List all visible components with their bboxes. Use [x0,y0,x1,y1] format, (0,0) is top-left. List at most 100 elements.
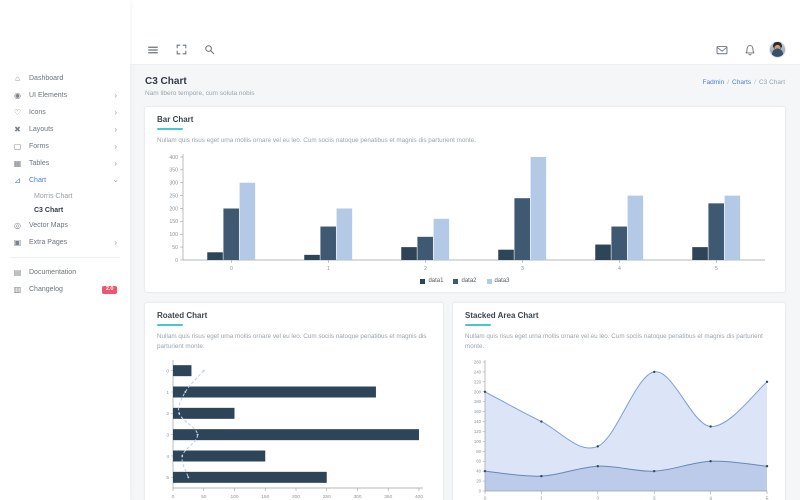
sidebar-item-dashboard[interactable]: ⌂Dashboard [0,70,130,87]
svg-text:140: 140 [474,419,482,424]
svg-text:150: 150 [169,220,178,226]
fullscreen-icon[interactable] [172,41,190,59]
svg-text:40: 40 [476,469,481,474]
sidebar-item-layouts[interactable]: ✖ Layouts › [0,121,130,138]
title-underline [465,324,491,326]
page-subtitle: Nam libero tempore, cum soluta nobis [145,90,254,97]
chevron-right-icon: › [114,109,117,117]
svg-text:5: 5 [715,266,718,272]
bar-chart-legend: data1 data2 data3 [157,278,773,284]
page-title: C3 Chart [145,76,254,87]
icons-icon: ♡ [13,109,22,117]
sidebar-nav: ⌂Dashboard◉UI Elements› ♡ Icons › ✖ Layouts › ▢… [0,70,130,299]
legend-item-data2[interactable]: data2 [453,278,476,284]
svg-text:160: 160 [474,409,482,414]
svg-text:100: 100 [230,494,238,500]
sidebar-item-label: Dashboard [29,75,63,82]
svg-text:250: 250 [169,194,178,200]
breadcrumb-separator: / [727,79,729,86]
card-desc-rotated: Nullam quis risus eget urna mollis ornar… [157,332,431,351]
sidebar-item-label: Icons [29,109,46,116]
sidebar-item-ui-elements[interactable]: ◉UI Elements› [0,87,130,104]
page-content: C3 Chart Nam libero tempore, cum soluta … [130,65,800,500]
sidebar-item-documentation[interactable]: ▤Documentation [0,264,130,281]
svg-text:0: 0 [172,494,175,500]
svg-text:3: 3 [166,433,169,439]
svg-text:2: 2 [166,411,169,417]
svg-text:200: 200 [474,390,482,395]
chevron-down-icon: › [112,179,120,182]
sidebar-item-morris-chart[interactable]: Morris Chart [0,189,130,203]
ui-elements-icon: ◉ [13,92,22,100]
svg-text:5: 5 [166,475,169,481]
chevron-right-icon: › [114,160,117,168]
bell-icon[interactable] [741,41,759,59]
map-icon: ◎ [13,222,22,230]
breadcrumb-link[interactable]: Charts [732,79,751,86]
sidebar-item-changelog[interactable]: ▥Changelog2.0 [0,281,130,299]
chevron-right-icon: › [114,126,117,134]
svg-text:250: 250 [323,494,331,500]
search-icon[interactable] [200,41,218,59]
svg-text:150: 150 [261,494,269,500]
svg-text:3: 3 [521,266,524,272]
sidebar-item-c3-chart[interactable]: C3 Chart [0,203,130,217]
svg-text:240: 240 [474,370,482,375]
breadcrumb-separator: / [754,79,756,86]
layouts-icon: ✖ [13,126,22,134]
sidebar-item-vector-maps[interactable]: ◎ Vector Maps [0,217,130,234]
stacked-area-chart[interactable]: 0204060801001201401601802002202402600123… [465,356,773,500]
sidebar-item-extra-pages[interactable]: ▣ Extra Pages › [0,234,130,251]
svg-text:350: 350 [169,168,178,174]
svg-text:2: 2 [424,266,427,272]
svg-text:220: 220 [474,380,482,385]
svg-text:400: 400 [169,155,178,161]
user-avatar[interactable] [769,41,786,58]
pages-icon: ▣ [13,239,22,247]
chevron-right-icon: › [114,92,117,100]
sidebar-item-chart[interactable]: ⊿ Chart › [0,172,130,189]
version-badge: 2.0 [102,286,117,295]
svg-text:0: 0 [230,266,233,272]
bottom-row: Roated Chart Nullam quis risus eget urna… [144,302,786,500]
documentation-icon: ▤ [13,269,22,277]
legend-item-data1[interactable]: data1 [420,278,443,284]
legend-swatch [453,279,458,284]
svg-text:300: 300 [169,181,178,187]
stacked-area-chart-card: Stacked Area Chart Nullam quis risus ege… [452,302,786,500]
sidebar-item-label: Vector Maps [29,222,68,229]
rotated-bar-chart[interactable]: 050100150200250300350400012345 [157,356,431,500]
svg-text:60: 60 [476,459,481,464]
main-area: C3 Chart Nam libero tempore, cum soluta … [130,0,800,500]
breadcrumb-current: C3 Chart [759,79,785,86]
svg-text:4: 4 [618,266,621,272]
mail-icon[interactable] [713,41,731,59]
chart-icon: ⊿ [13,177,22,185]
breadcrumb: Fadmin/Charts/C3 Chart [703,79,785,86]
card-desc-stacked: Nullam quis risus eget urna mollis ornar… [465,332,773,351]
card-title-stacked: Stacked Area Chart [465,311,773,320]
bar-chart[interactable]: 050100150200250300350400012345 [157,150,773,276]
title-underline [157,324,183,326]
sidebar-item-label: Extra Pages [29,239,67,246]
tables-icon: ▦ [13,160,22,168]
svg-text:50: 50 [172,245,178,251]
svg-text:4: 4 [166,454,169,460]
sidebar-item-label: C3 Chart [34,207,63,214]
legend-item-data3[interactable]: data3 [487,278,510,284]
sidebar: ⌂Dashboard◉UI Elements› ♡ Icons › ✖ Layouts › ▢… [0,0,130,500]
breadcrumb-link[interactable]: Fadmin [703,79,725,86]
sidebar-item-label: Layouts [29,126,54,133]
sidebar-item-forms[interactable]: ▢Forms› [0,138,130,155]
page-head: C3 Chart Nam libero tempore, cum soluta … [144,71,786,106]
sidebar-item-label: Chart [29,177,46,184]
svg-text:50: 50 [201,494,207,500]
app-root: ⌂Dashboard◉UI Elements› ♡ Icons › ✖ Layouts › ▢… [0,0,800,500]
title-underline [157,128,183,130]
menu-icon[interactable] [144,41,162,59]
sidebar-item-icons[interactable]: ♡ Icons › [0,104,130,121]
chevron-right-icon: › [114,239,117,247]
sidebar-item-tables[interactable]: ▦ Tables › [0,155,130,172]
sidebar-item-label: Tables [29,160,49,167]
legend-swatch [420,279,425,284]
